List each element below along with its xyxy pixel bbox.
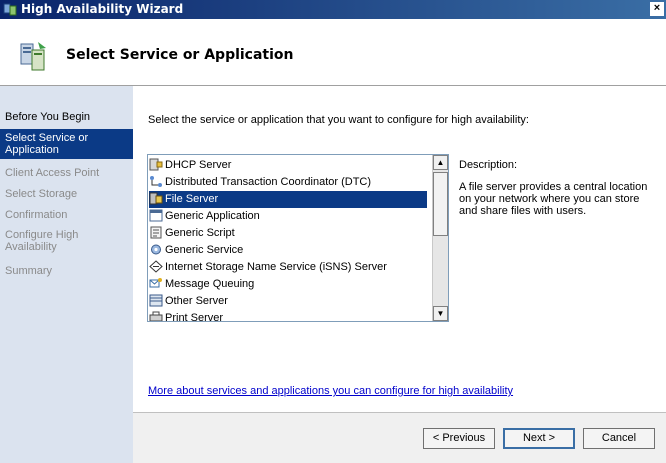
wizard-content: Select the service or application that y… (133, 86, 666, 463)
list-item[interactable]: Generic Script (149, 225, 427, 242)
list-item-selected[interactable]: File Server (149, 191, 427, 208)
page-title: Select Service or Application (66, 47, 294, 63)
next-button[interactable]: Next > (503, 428, 575, 449)
more-info-link[interactable]: More about services and applications you… (148, 385, 513, 397)
step-configure-high-availability: Configure High Availability (5, 229, 79, 253)
list-item-label: File Server (165, 193, 219, 205)
wizard-cluster-icon (20, 42, 46, 71)
generic-script-icon (150, 226, 162, 239)
title-bar[interactable]: High Availability Wizard × (0, 0, 666, 19)
window-title: High Availability Wizard (21, 2, 184, 16)
description-label: Description: (459, 159, 518, 171)
step-confirmation: Confirmation (5, 209, 68, 221)
list-item-label: DHCP Server (165, 159, 232, 171)
list-item-label: Distributed Transaction Coordinator (DTC… (165, 176, 372, 188)
step-select-service[interactable]: Select Service or Application (0, 129, 133, 159)
message-queuing-icon (149, 278, 162, 288)
step-select-storage: Select Storage (5, 188, 78, 200)
list-item-label: Generic Service (165, 244, 244, 256)
list-item[interactable]: DHCP Server (149, 157, 427, 174)
dhcp-server-icon (149, 158, 163, 171)
list-item-label: Other Server (165, 295, 228, 307)
list-item-label: Internet Storage Name Service (iSNS) Ser… (165, 261, 387, 273)
scroll-down-button[interactable]: ▼ (433, 306, 448, 321)
previous-button[interactable]: < Previous (423, 428, 495, 449)
list-item[interactable]: Internet Storage Name Service (iSNS) Ser… (149, 259, 427, 276)
step-summary: Summary (5, 265, 53, 277)
list-item-label: Print Server (165, 312, 224, 322)
list-item[interactable]: Message Queuing (149, 276, 427, 293)
dtc-icon (150, 176, 162, 187)
wizard-steps-sidebar: Before You Begin Select Service or Appli… (0, 86, 133, 463)
list-item[interactable]: Distributed Transaction Coordinator (DTC… (149, 174, 427, 191)
list-item[interactable]: Generic Service (149, 242, 427, 259)
list-item[interactable]: Print Server (149, 310, 427, 322)
description-text: A file server provides a central locatio… (459, 181, 648, 217)
button-bar: < Previous Next > Cancel (133, 413, 666, 463)
print-server-icon (149, 311, 163, 321)
instruction-text: Select the service or application that y… (148, 114, 529, 126)
wizard-header: Select Service or Application (0, 19, 666, 86)
list-item-label: Message Queuing (165, 278, 255, 290)
file-server-icon (149, 192, 163, 205)
other-server-icon (149, 294, 163, 307)
close-button[interactable]: × (650, 2, 664, 16)
list-item-label: Generic Application (165, 210, 260, 222)
cancel-button[interactable]: Cancel (583, 428, 655, 449)
scroll-thumb[interactable] (433, 172, 448, 236)
scroll-up-button[interactable]: ▲ (433, 155, 448, 170)
service-listbox[interactable]: DHCP Server Distributed Transaction Coor… (147, 154, 449, 322)
isns-icon (149, 260, 163, 273)
step-before-you-begin[interactable]: Before You Begin (0, 111, 133, 123)
list-item[interactable]: Other Server (149, 293, 427, 310)
step-client-access-point: Client Access Point (5, 167, 100, 179)
cluster-icon (3, 3, 17, 16)
list-item-label: Generic Script (165, 227, 235, 239)
wizard-window: High Availability Wizard × Select Servic… (0, 0, 666, 463)
generic-service-icon (151, 244, 161, 255)
vertical-scrollbar[interactable]: ▲ ▼ (432, 155, 448, 321)
list-item[interactable]: Generic Application (149, 208, 427, 225)
generic-application-icon (149, 209, 163, 222)
